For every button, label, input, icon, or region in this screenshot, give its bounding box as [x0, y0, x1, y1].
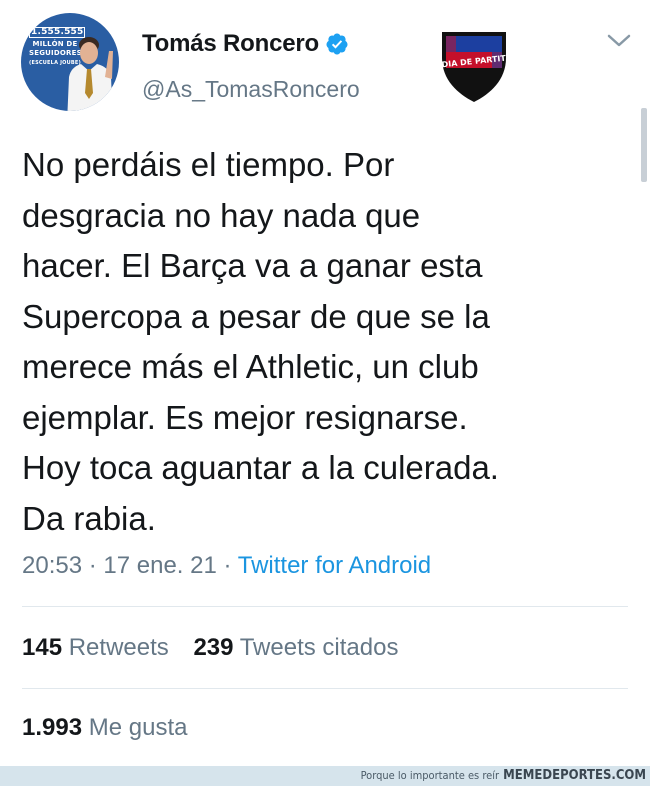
- author-name-row[interactable]: Tomás Roncero: [142, 30, 349, 58]
- meta-separator: ·: [82, 552, 104, 579]
- retweets-label: Retweets: [68, 634, 169, 661]
- shield-crest-icon: DIA DE PARTIT: [441, 32, 507, 102]
- tweet-text: No perdáis el tiempo. Por desgracia no h…: [22, 140, 632, 544]
- tweet-text-line: hacer. El Barça va a ganar esta: [22, 247, 483, 284]
- tweet-text-line: Supercopa a pesar de que se la: [22, 297, 490, 335]
- quote-tweets-stat[interactable]: 239 Tweets citados: [193, 634, 398, 662]
- divider: [22, 688, 628, 689]
- tweet-meta: 20:53 · 17 ene. 21 · Twitter for Android: [22, 552, 431, 580]
- verified-badge-icon: [326, 33, 348, 55]
- author-avatar[interactable]: 1.555.555 MILLÓN DE SEGUIDORES (ESCUELA …: [21, 13, 119, 111]
- quotes-count: 239: [193, 634, 234, 661]
- watermark-text: Porque lo importante es reír MEMEDEPORTES…: [361, 768, 646, 784]
- tweet-stats: 145 Retweets 239 Tweets citados: [22, 634, 398, 662]
- author-handle[interactable]: @As_TomasRoncero: [142, 76, 360, 103]
- chevron-down-icon[interactable]: [606, 32, 632, 50]
- tweet-time[interactable]: 20:53: [22, 552, 82, 579]
- likes-label: Me gusta: [88, 714, 188, 741]
- tweet-text-line: Hoy toca aguantar a la culerada.: [22, 449, 499, 486]
- author-name[interactable]: Tomás Roncero: [142, 30, 319, 58]
- tweet-text-line: Da rabia.: [22, 499, 156, 537]
- meta-separator: ·: [216, 552, 238, 579]
- watermark-footer: Porque lo importante es reír MEMEDEPORTES…: [0, 766, 650, 786]
- likes-count: 1.993: [22, 714, 83, 741]
- tweet-text-line: ejemplar. Es mejor resignarse.: [22, 398, 468, 436]
- person-figure-icon: [67, 37, 113, 111]
- scrollbar[interactable]: [641, 108, 647, 182]
- tweet-text-line: merece más el Athletic, un club: [22, 348, 479, 385]
- likes-stat[interactable]: 1.993 Me gusta: [22, 714, 187, 742]
- tweet-text-line: desgracia no hay nada que: [22, 196, 421, 234]
- tweet-card: 1.555.555 MILLÓN DE SEGUIDORES (ESCUELA …: [0, 0, 650, 766]
- watermark-site: MEMEDEPORTES.COM: [503, 768, 646, 783]
- divider: [22, 606, 628, 607]
- tweet-source-link[interactable]: Twitter for Android: [238, 552, 431, 579]
- watermark-tagline: Porque lo importante es reír: [360, 769, 500, 782]
- retweets-count: 145: [22, 634, 63, 661]
- quotes-label: Tweets citados: [239, 634, 399, 661]
- retweets-stat[interactable]: 145 Retweets: [22, 634, 169, 662]
- tweet-text-line: No perdáis el tiempo. Por: [22, 146, 395, 183]
- tweet-date[interactable]: 17 ene. 21: [103, 552, 216, 579]
